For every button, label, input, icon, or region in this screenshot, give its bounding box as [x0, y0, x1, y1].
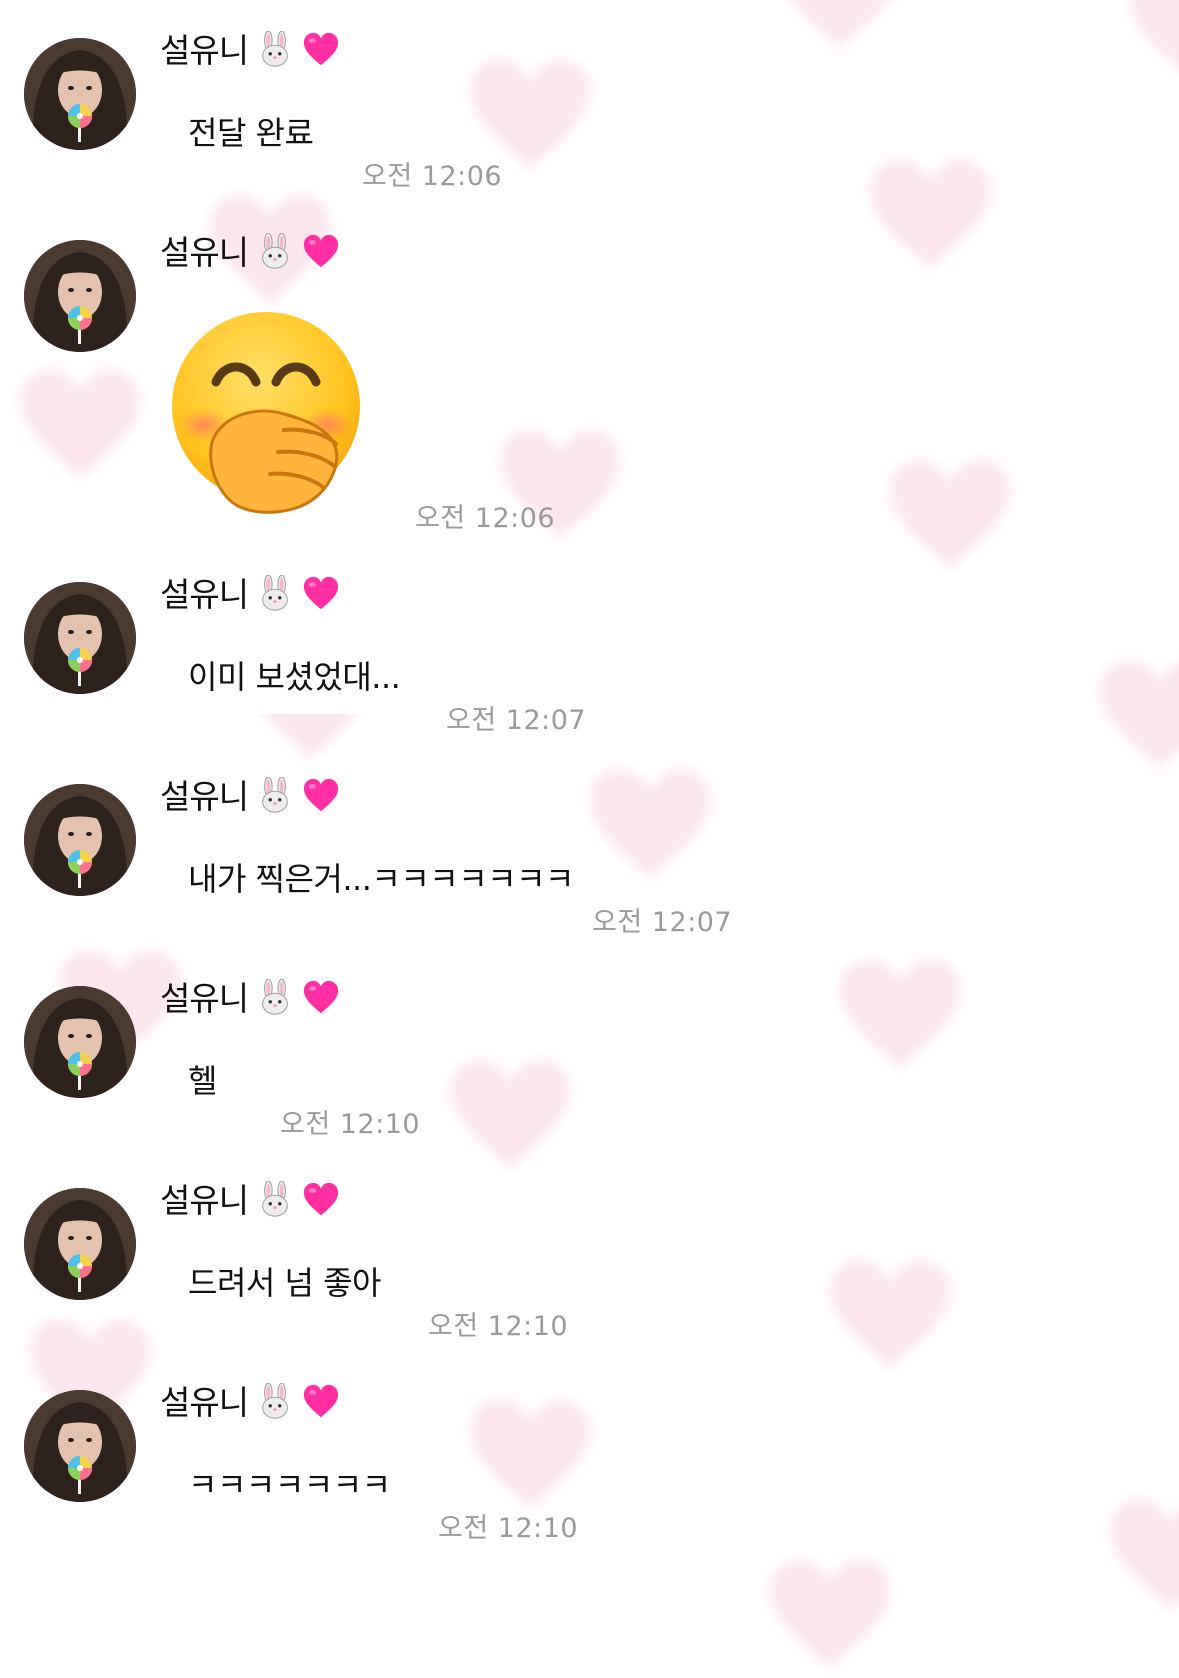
message-timestamp: 오전 12:10 — [280, 1109, 421, 1140]
pink-heart-icon — [303, 778, 339, 812]
sender-name-row: 설유니 — [160, 1380, 340, 1424]
sender-name: 설유니 — [160, 232, 249, 272]
sender-name: 설유니 — [160, 978, 249, 1018]
sender-name-row: 설유니 — [160, 230, 340, 274]
sender-name-row: 설유니 — [160, 976, 340, 1020]
message-row: 설유니 전달 완료오전 12:06 — [0, 0, 1179, 200]
message-row: 설유니 ㅋㅋㅋㅋㅋㅋㅋ 오전 12:10 — [0, 1352, 1179, 1552]
rabbit-face-icon — [262, 31, 288, 67]
sender-name: 설유니 — [160, 1382, 249, 1422]
message-bubble[interactable]: 이미 보셨었대... — [162, 640, 427, 715]
rabbit-face-icon — [262, 979, 288, 1015]
message-row: 설유니 내가 찍은거...ㅋㅋㅋㅋㅋㅋㅋ 오전 12:07 — [0, 746, 1179, 946]
sender-name: 설유니 — [160, 776, 249, 816]
message-timestamp: 오전 12:07 — [446, 705, 587, 736]
message-timestamp: 오전 12:07 — [592, 907, 733, 938]
message-timestamp: 오전 12:06 — [415, 503, 556, 534]
message-row: 설유니 드려서 넘 좋아오전 12:10 — [0, 1150, 1179, 1350]
sender-name: 설유니 — [160, 30, 249, 70]
pink-heart-icon — [303, 1384, 339, 1418]
avatar[interactable] — [24, 38, 136, 150]
sender-name-row: 설유니 — [160, 572, 340, 616]
sender-name: 설유니 — [160, 574, 249, 614]
pink-heart-icon — [303, 980, 339, 1014]
message-row: 설유니 이미 보셨었대... 오전 12:07 — [0, 544, 1179, 744]
sender-name-row: 설유니 — [160, 774, 340, 818]
sender-name-row: 설유니 — [160, 28, 340, 72]
message-bubble[interactable]: 내가 찍은거...ㅋㅋㅋㅋㅋㅋㅋ — [162, 842, 600, 917]
chat-thread: 설유니 전달 완료 오전 12:06 설유니 오전 12:06 설유니 이미 보… — [0, 0, 1179, 1678]
message-bubble[interactable]: 드려서 넘 좋아 — [162, 1246, 407, 1321]
message-timestamp: 오전 12:10 — [438, 1513, 579, 1544]
rabbit-face-icon — [262, 575, 288, 611]
pink-heart-icon — [303, 234, 339, 268]
avatar[interactable] — [24, 1390, 136, 1502]
pink-heart-icon — [303, 576, 339, 610]
avatar[interactable] — [24, 784, 136, 896]
sender-name-row: 설유니 — [160, 1178, 340, 1222]
rabbit-face-icon — [262, 777, 288, 813]
message-timestamp: 오전 12:10 — [428, 1311, 569, 1342]
message-row: 설유니 헬오전 12:10 — [0, 948, 1179, 1148]
avatar[interactable] — [24, 1188, 136, 1300]
pink-heart-icon — [303, 32, 339, 66]
message-row: 설유니 오전 12:06 — [0, 202, 1179, 534]
rabbit-face-icon — [262, 1383, 288, 1419]
avatar[interactable] — [24, 986, 136, 1098]
message-timestamp: 오전 12:06 — [362, 161, 503, 192]
pink-heart-icon — [303, 1182, 339, 1216]
face-with-hand-over-mouth-emoji — [172, 312, 360, 514]
rabbit-face-icon — [262, 1181, 288, 1217]
message-bubble[interactable]: ㅋㅋㅋㅋㅋㅋㅋ — [162, 1448, 417, 1523]
rabbit-face-icon — [262, 233, 288, 269]
avatar[interactable] — [24, 240, 136, 352]
message-bubble[interactable]: 전달 완료 — [162, 96, 340, 171]
avatar[interactable] — [24, 582, 136, 694]
sender-name: 설유니 — [160, 1180, 249, 1220]
message-bubble[interactable]: 헬 — [162, 1044, 243, 1119]
emoji-message[interactable] — [166, 310, 366, 520]
